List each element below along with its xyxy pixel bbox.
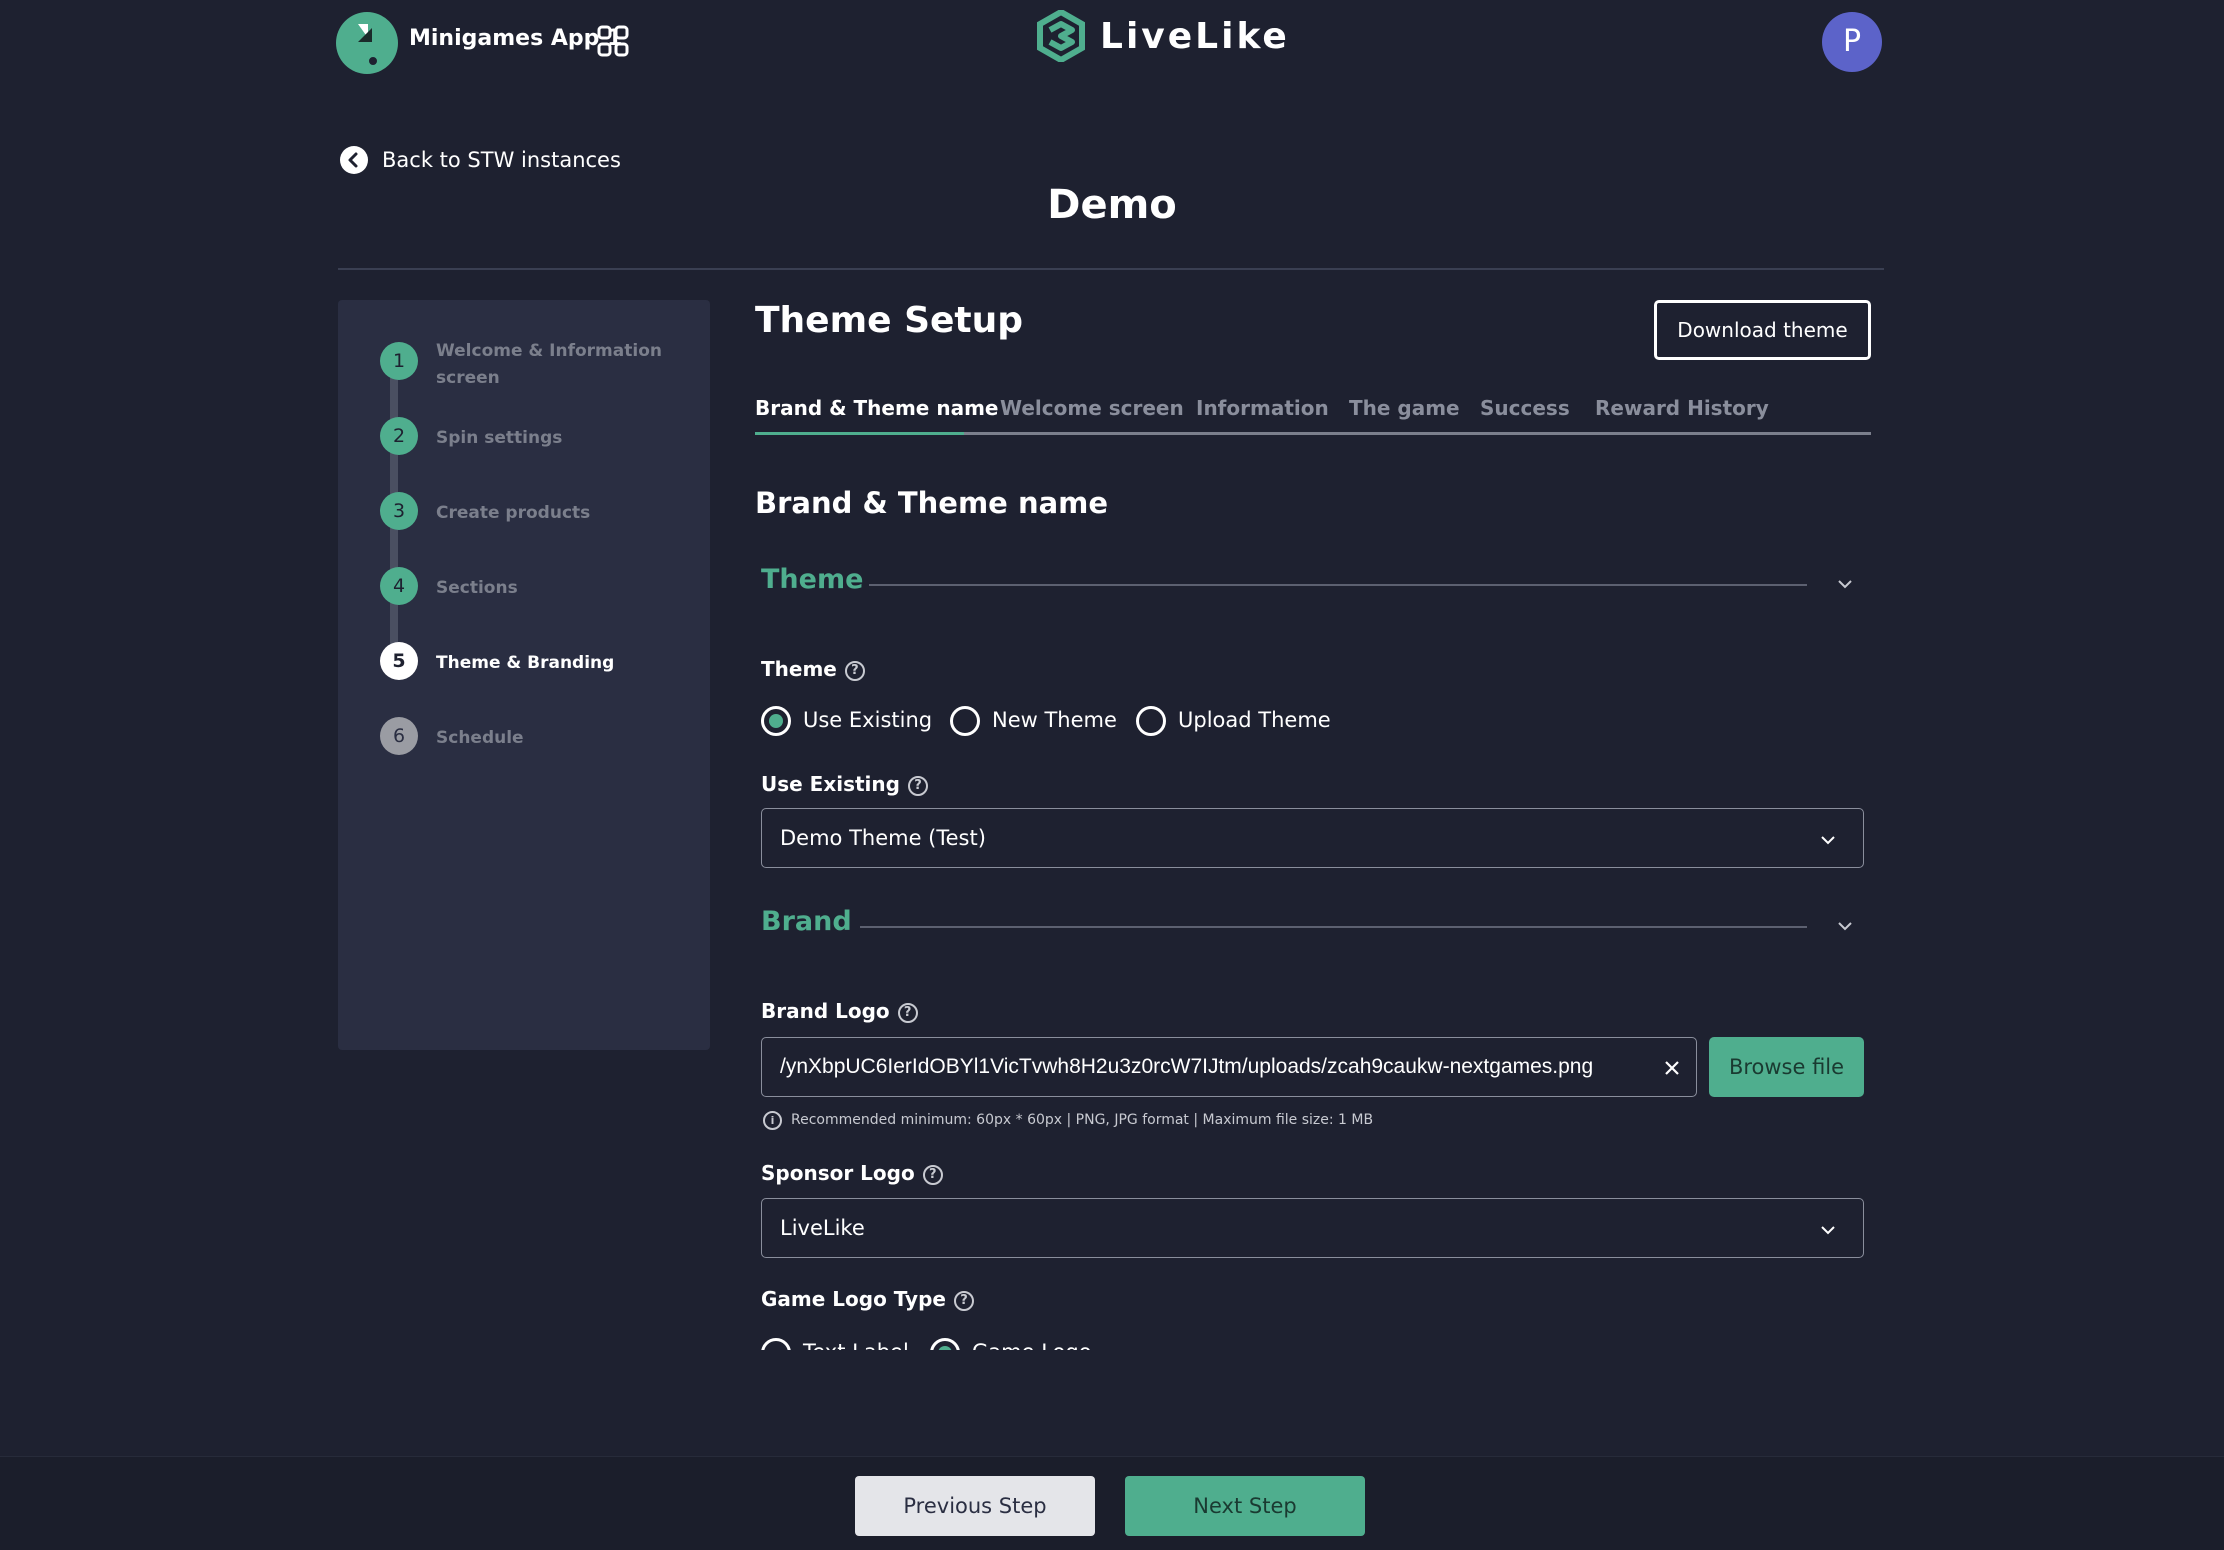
selected-value: Demo Theme (Test)	[780, 826, 986, 850]
back-link-label: Back to STW instances	[382, 148, 621, 172]
sponsor-logo-field-label: Sponsor Logo?	[761, 1161, 943, 1185]
brand-logo-input[interactable]: /ynXbpUC6IerIdOBYl1VicTvwh8H2u3z0rcW7IJt…	[761, 1037, 1697, 1097]
radio-checked-indicator	[930, 1338, 960, 1350]
tab-the-game[interactable]: The game	[1349, 396, 1460, 420]
radio-new-theme[interactable]: New Theme	[950, 704, 1117, 738]
next-step-button[interactable]: Next Step	[1125, 1476, 1365, 1536]
livelike-mark-icon	[1037, 10, 1085, 62]
brand-group-header[interactable]: Brand	[761, 906, 1861, 946]
radio-checked-indicator	[761, 706, 791, 736]
brand-theme-name-heading: Brand & Theme name	[755, 486, 1109, 520]
step-sidebar: 1 Welcome & Information screen 2 Spin se…	[338, 300, 710, 1050]
help-icon[interactable]: ?	[844, 661, 865, 681]
step-label: Sections	[436, 578, 518, 598]
previous-step-button[interactable]: Previous Step	[855, 1476, 1095, 1536]
brand-logo-label-text: Brand Logo	[761, 999, 890, 1023]
radio-indicator	[950, 706, 980, 736]
theme-radio-group: Use Existing New Theme Upload Theme	[761, 704, 1361, 738]
tab-success[interactable]: Success	[1480, 396, 1570, 420]
theme-field-label: Theme?	[761, 657, 865, 681]
theme-group-title: Theme	[761, 564, 864, 595]
radio-label: Upload Theme	[1178, 708, 1331, 732]
app-logo-icon[interactable]	[336, 12, 398, 74]
radio-label: Text Label	[803, 1340, 909, 1350]
theme-tabs: Brand & Theme name Welcome screen Inform…	[755, 392, 1871, 436]
theme-setup-title: Theme Setup	[755, 300, 1024, 341]
game-logo-type-field-label: Game Logo Type?	[761, 1287, 974, 1311]
help-icon[interactable]: ?	[953, 1291, 974, 1311]
game-logo-type-radio-group: Text Label Game Logo	[761, 1336, 1161, 1350]
chevron-down-icon[interactable]	[1835, 574, 1855, 594]
radio-upload-theme[interactable]: Upload Theme	[1136, 704, 1331, 738]
radio-text-label[interactable]: Text Label	[761, 1336, 911, 1350]
game-logo-type-label-text: Game Logo Type	[761, 1287, 946, 1311]
tab-reward-history[interactable]: Reward History	[1595, 396, 1769, 420]
radio-label: Game Logo	[972, 1340, 1092, 1350]
step-number: 5	[380, 642, 418, 680]
livelike-logo: LiveLike	[1036, 10, 1287, 64]
scroll-clip: Text Label Game Logo	[0, 1330, 2224, 1350]
help-icon[interactable]: ?	[907, 776, 928, 796]
use-existing-theme-select[interactable]: Demo Theme (Test)	[761, 808, 1864, 868]
step-number: 1	[380, 342, 418, 380]
brand-logo-field-label: Brand Logo?	[761, 999, 918, 1023]
hint-text: Recommended minimum: 60px * 60px | PNG, …	[791, 1112, 1374, 1128]
info-icon: i	[763, 1111, 782, 1130]
radio-indicator	[761, 1338, 791, 1350]
step-number: 6	[380, 717, 418, 755]
help-icon[interactable]: ?	[922, 1165, 943, 1185]
step-label: Schedule	[436, 728, 524, 748]
selected-value: LiveLike	[780, 1216, 865, 1240]
radio-game-logo[interactable]: Game Logo	[930, 1336, 1092, 1350]
sponsor-logo-select[interactable]: LiveLike	[761, 1198, 1864, 1258]
app-name[interactable]: Minigames App 1	[409, 26, 622, 51]
close-icon[interactable]	[1662, 1058, 1682, 1078]
user-avatar[interactable]: P	[1822, 12, 1882, 72]
step-number: 3	[380, 492, 418, 530]
header-divider	[338, 268, 1884, 270]
step-label: Spin settings	[436, 428, 563, 448]
theme-label-text: Theme	[761, 657, 837, 681]
step-footer: Previous Step Next Step	[0, 1456, 2224, 1550]
radio-label: Use Existing	[803, 708, 933, 732]
chevron-down-icon[interactable]	[1835, 916, 1855, 936]
step-label: Theme & Branding	[436, 653, 615, 673]
step-number: 4	[380, 567, 418, 605]
sponsor-logo-label-text: Sponsor Logo	[761, 1161, 915, 1185]
brand-group-title: Brand	[761, 906, 852, 937]
download-theme-button[interactable]: Download theme	[1654, 300, 1871, 360]
page-title: Demo	[1047, 182, 1177, 228]
step-label: Create products	[436, 503, 591, 523]
chevron-left-icon	[340, 146, 368, 174]
tab-brand-theme-name[interactable]: Brand & Theme name	[755, 396, 998, 420]
theme-group-header[interactable]: Theme	[761, 564, 1861, 604]
chevron-down-icon	[1821, 1226, 1835, 1235]
help-icon[interactable]: ?	[897, 1003, 918, 1023]
group-divider	[860, 926, 1807, 928]
app-switcher-icon[interactable]	[596, 24, 630, 58]
step-label: Welcome & Information screen	[436, 341, 662, 388]
step-number: 2	[380, 417, 418, 455]
browse-file-button[interactable]: Browse file	[1709, 1037, 1864, 1097]
brand-logo-path: /ynXbpUC6IerIdOBYl1VicTvwh8H2u3z0rcW7IJt…	[780, 1055, 1594, 1078]
tab-welcome-screen[interactable]: Welcome screen	[1000, 396, 1184, 420]
use-existing-label-text: Use Existing	[761, 772, 900, 796]
tab-information[interactable]: Information	[1196, 396, 1329, 420]
active-tab-indicator	[755, 432, 964, 435]
group-divider	[869, 584, 1807, 586]
radio-indicator	[1136, 706, 1166, 736]
top-bar: Minigames App 1 LiveLike P	[0, 0, 2224, 90]
chevron-down-icon	[1821, 836, 1835, 845]
radio-use-existing[interactable]: Use Existing	[761, 704, 933, 738]
radio-label: New Theme	[992, 708, 1117, 732]
use-existing-field-label: Use Existing?	[761, 772, 928, 796]
brand-wordmark: LiveLike	[1100, 16, 1290, 57]
